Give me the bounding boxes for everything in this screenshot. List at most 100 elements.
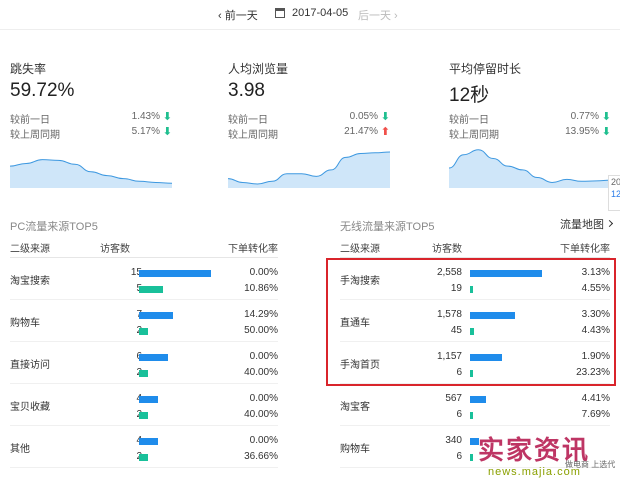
visitor-bar [139, 354, 168, 361]
sparkline-area [10, 159, 172, 188]
row-divider [10, 467, 278, 468]
visitor-count: 567 [445, 393, 462, 404]
source-name: 购物车 [10, 318, 40, 329]
compare-percent: 1.43% [131, 111, 160, 122]
compare-label: 较上周同期 [10, 130, 60, 141]
source-name: 淘宝客 [340, 402, 370, 413]
buyer-count: 2 [102, 451, 142, 462]
conversion-rate: 14.29% [244, 309, 278, 320]
next-day-label: 后一天 [358, 10, 391, 22]
buyer-bar [470, 412, 473, 419]
metric-title: 人均浏览量 [228, 62, 289, 76]
visitor-count: 6 [102, 351, 142, 362]
pc-table-header: 二级来源 访客数 下单转化率 [10, 240, 278, 258]
compare-percent: 0.05% [349, 111, 378, 122]
watermark-logo: 实家资讯 做电商 上选代 news.majia.com [470, 432, 620, 481]
date-navigation-bar: ‹ 前一天 2017-04-05 后一天 › [0, 0, 620, 30]
table-row: 淘宝搜索 15 5 0.00% 10.86% [10, 258, 278, 300]
conversion-rate: 0.00% [249, 351, 278, 362]
header-conversion: 下单转化率 [228, 244, 278, 255]
header-source: 二级来源 [10, 244, 50, 255]
metric-card-bounce-rate: 跳失率 59.72% 较前一日 1.43% ⬇ 较上周同期 5.17% ⬇ [10, 60, 180, 200]
buyer-count: 2 [102, 367, 142, 378]
arrow-up-icon: ⬆ [380, 126, 390, 138]
tooltip-line: 20 [611, 177, 620, 187]
source-name: 宝贝收藏 [10, 402, 50, 413]
conversion-rate: 0.00% [249, 435, 278, 446]
metric-value: 12秒 [449, 85, 490, 106]
header-visitors: 访客数 [100, 244, 130, 255]
next-day-link[interactable]: 后一天 › [358, 7, 398, 23]
compare-label: 较前一日 [449, 115, 489, 126]
compare-label: 较上周同期 [449, 130, 499, 141]
arrow-down-icon: ⬇ [162, 126, 172, 138]
arrow-down-icon: ⬇ [380, 111, 390, 123]
conversion-rate: 50.00% [244, 325, 278, 336]
previous-day-label: 前一天 [224, 10, 258, 22]
source-name: 其他 [10, 444, 30, 455]
visitor-count: 340 [445, 435, 462, 446]
compare-row-prev-week: 较上周同期 21.47% ⬆ [228, 126, 390, 141]
sparkline-area [449, 149, 611, 188]
conversion-rate: 0.00% [249, 267, 278, 278]
buyer-count: 2 [102, 325, 142, 336]
traffic-map-link[interactable]: 流量地图 [560, 216, 612, 232]
highlight-box [326, 258, 616, 386]
metric-title: 平均停留时长 [449, 62, 522, 76]
visitor-count: 4 [102, 393, 142, 404]
mobile-table-header: 二级来源 访客数 下单转化率 [340, 240, 610, 258]
metric-value: 3.98 [228, 80, 265, 101]
visitor-bar [139, 396, 159, 403]
source-name: 直接访问 [10, 360, 50, 371]
metric-card-avg-stay-time: 平均停留时长 12秒 较前一日 0.77% ⬇ 较上周同期 13.95% ⬇ [449, 60, 619, 200]
header-source: 二级来源 [340, 244, 380, 255]
table-row: 宝贝收藏 4 2 0.00% 40.00% [10, 384, 278, 426]
table-row: 购物车 7 2 14.29% 50.00% [10, 300, 278, 342]
compare-percent: 0.77% [570, 111, 599, 122]
visitor-bar [139, 438, 159, 445]
visitor-bar [139, 312, 173, 319]
conversion-rate: 40.00% [244, 409, 278, 420]
visitor-count: 15 [130, 267, 142, 278]
conversion-rate: 0.00% [249, 393, 278, 404]
current-date[interactable]: 2017-04-05 [292, 7, 348, 19]
table-row: 其他 4 2 0.00% 36.66% [10, 426, 278, 468]
arrow-down-icon: ⬇ [601, 126, 611, 138]
metric-value: 59.72% [10, 80, 75, 101]
metric-card-avg-pageviews: 人均浏览量 3.98 较前一日 0.05% ⬇ 较上周同期 21.47% ⬆ [228, 60, 398, 200]
buyer-bar [139, 286, 163, 293]
header-visitors: 访客数 [432, 244, 462, 255]
table-row: 直接访问 6 2 0.00% 40.00% [10, 342, 278, 384]
source-name: 淘宝搜索 [10, 276, 50, 287]
metric-title: 跳失率 [10, 62, 47, 76]
pc-traffic-title: PC流量来源TOP5 [10, 221, 98, 233]
compare-percent: 21.47% [344, 126, 378, 137]
compare-row-prev-week: 较上周同期 5.17% ⬇ [10, 126, 172, 141]
visitor-bar [139, 270, 211, 277]
watermark-url: news.majia.com [488, 466, 581, 478]
sparkline-area [228, 152, 390, 188]
compare-percent: 13.95% [565, 126, 599, 137]
source-name: 购物车 [340, 444, 370, 455]
visitor-count: 4 [102, 435, 142, 446]
compare-row-prev-day: 较前一日 0.05% ⬇ [228, 111, 390, 126]
compare-label: 较前一日 [228, 115, 268, 126]
previous-day-link[interactable]: ‹ 前一天 [218, 7, 258, 23]
tooltip-line: 12 [611, 189, 620, 199]
compare-row-prev-week: 较上周同期 13.95% ⬇ [449, 126, 611, 141]
conversion-rate: 10.86% [244, 283, 278, 294]
arrow-down-icon: ⬇ [601, 111, 611, 123]
header-conversion: 下单转化率 [560, 244, 610, 255]
buyer-count: 2 [102, 409, 142, 420]
mobile-traffic-title: 无线流量来源TOP5 [340, 221, 435, 233]
table-row: 淘宝客 567 6 4.41% 7.69% [340, 384, 610, 426]
compare-row-prev-day: 较前一日 1.43% ⬇ [10, 111, 172, 126]
calendar-icon[interactable] [275, 8, 285, 18]
compare-label: 较上周同期 [228, 130, 278, 141]
trend-sparkline [449, 149, 611, 188]
buyer-bar [139, 412, 149, 419]
chart-tooltip-edge: 20 12 [608, 175, 620, 211]
compare-row-prev-day: 较前一日 0.77% ⬇ [449, 111, 611, 126]
buyer-bar [139, 328, 149, 335]
arrow-down-icon: ⬇ [162, 111, 172, 123]
